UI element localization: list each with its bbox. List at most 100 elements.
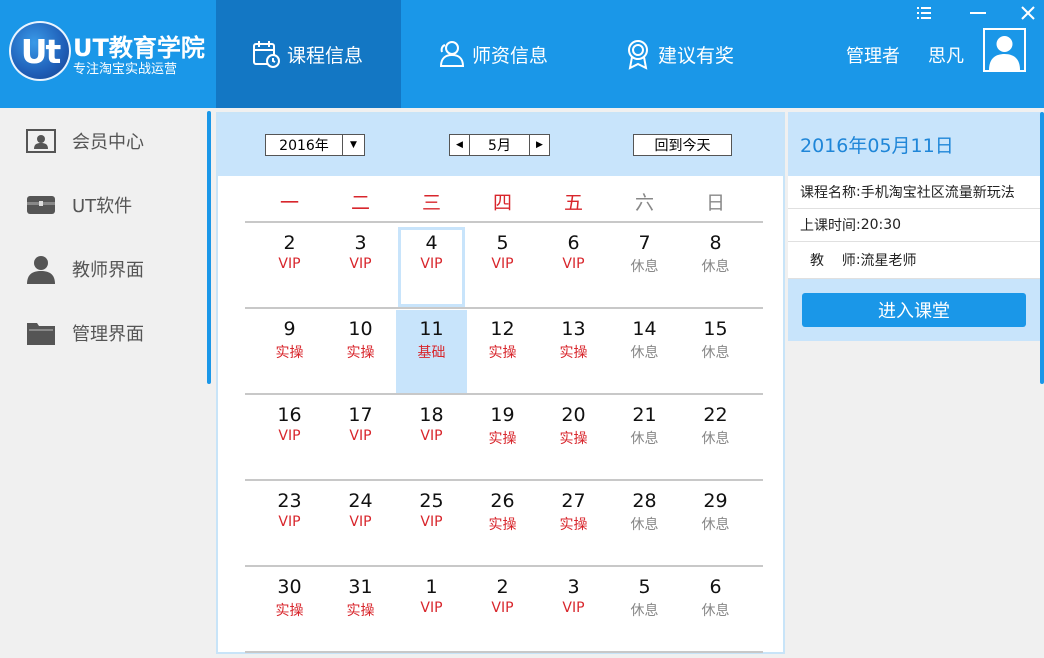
calendar-day-cell[interactable]: 30 实操 [254, 568, 325, 653]
calendar-day-cell[interactable]: 23 VIP [254, 482, 325, 567]
enter-area: 进入课堂 [788, 279, 1040, 341]
tab-suggestion-award[interactable]: 建议有奖 [620, 0, 760, 108]
close-icon[interactable] [1016, 3, 1040, 23]
chevron-down-icon[interactable]: ▼ [342, 135, 364, 155]
course-name-row: 课程名称: 手机淘宝社区流量新玩法 [788, 176, 1040, 209]
avatar-silhouette-icon [989, 36, 1020, 70]
calendar-day-cell[interactable]: 25 VIP [396, 482, 467, 567]
weekday-header: 二 [350, 192, 370, 214]
folder-icon [27, 323, 55, 345]
day-number: 24 [348, 490, 373, 512]
calendar-day-cell[interactable]: 19 实操 [467, 396, 538, 481]
day-number: 15 [703, 318, 728, 340]
week-divider [245, 479, 763, 481]
calendar-day-cell[interactable]: 4 VIP [396, 224, 467, 309]
calendar-day-cell[interactable]: 28 休息 [609, 482, 680, 567]
calendar-day-cell[interactable]: 12 实操 [467, 310, 538, 395]
sidebar-item-ut-software[interactable]: UT软件 [0, 180, 205, 230]
calendar-day-cell[interactable]: 6 休息 [680, 568, 751, 653]
sidebar-item-admin[interactable]: 管理界面 [0, 308, 205, 358]
sidebar-scrollbar[interactable] [207, 111, 211, 384]
day-number: 18 [419, 404, 444, 426]
calendar-day-cell[interactable]: 10 实操 [325, 310, 396, 395]
calendar-day-cell[interactable]: 6 VIP [538, 224, 609, 309]
day-number: 20 [561, 404, 586, 426]
course-tag: VIP [420, 600, 443, 616]
day-number: 14 [632, 318, 657, 340]
weekday-header: 四 [492, 192, 512, 214]
course-tag: 休息 [701, 517, 730, 533]
calendar-day-cell[interactable]: 21 休息 [609, 396, 680, 481]
day-number: 8 [709, 232, 722, 254]
calendar-day-cell[interactable]: 22 休息 [680, 396, 751, 481]
calendar-day-cell[interactable]: 5 VIP [467, 224, 538, 309]
menu-icon[interactable] [912, 3, 936, 23]
course-tag: 实操 [559, 345, 588, 361]
day-number: 26 [490, 490, 515, 512]
day-number: 28 [632, 490, 657, 512]
minimize-icon[interactable] [966, 3, 990, 23]
course-tag: VIP [349, 256, 372, 272]
calendar-day-cell[interactable]: 26 实操 [467, 482, 538, 567]
calendar-day-cell[interactable]: 3 VIP [325, 224, 396, 309]
calendar-day-cell[interactable]: 31 实操 [325, 568, 396, 653]
day-number: 11 [419, 318, 444, 340]
year-value: 2016年 [279, 138, 329, 154]
calendar-day-cell[interactable]: 11 基础 [396, 310, 467, 395]
tab-teacher-info[interactable]: 师资信息 [430, 0, 570, 108]
user-name[interactable]: 思凡 [928, 42, 964, 68]
day-number: 23 [277, 490, 302, 512]
course-tag: 休息 [701, 259, 730, 275]
calendar-day-cell[interactable]: 7 休息 [609, 224, 680, 309]
app-header: Ut UT教育学院 专注淘宝实战运营 课程信息 师资信息 建议有奖 管理者 思凡 [0, 0, 1044, 108]
calendar-day-cell[interactable]: 17 VIP [325, 396, 396, 481]
calendar-day-cell[interactable]: 2 VIP [467, 568, 538, 653]
calendar-day-cell[interactable]: 16 VIP [254, 396, 325, 481]
selected-date: 2016年05月11日 [788, 112, 1040, 176]
calendar-day-cell[interactable]: 13 实操 [538, 310, 609, 395]
calendar-day-cell[interactable]: 3 VIP [538, 568, 609, 653]
month-stepper[interactable]: ◀ 5月 ▶ [449, 134, 550, 156]
week-divider [245, 651, 763, 653]
enter-classroom-button[interactable]: 进入课堂 [802, 293, 1026, 327]
sidebar-item-member-center[interactable]: 会员中心 [0, 116, 205, 166]
day-number: 29 [703, 490, 728, 512]
calendar-day-cell[interactable]: 29 休息 [680, 482, 751, 567]
calendar-day-cell[interactable]: 24 VIP [325, 482, 396, 567]
calendar-day-cell[interactable]: 18 VIP [396, 396, 467, 481]
calendar-day-cell[interactable]: 27 实操 [538, 482, 609, 567]
calendar-day-cell[interactable]: 20 实操 [538, 396, 609, 481]
day-number: 21 [632, 404, 657, 426]
calendar-day-cell[interactable]: 2 VIP [254, 224, 325, 309]
calendar-day-cell[interactable]: 8 休息 [680, 224, 751, 309]
week-divider [245, 565, 763, 567]
day-number: 10 [348, 318, 373, 340]
calendar-day-cell[interactable]: 15 休息 [680, 310, 751, 395]
year-select[interactable]: 2016年 ▼ [265, 134, 365, 156]
next-month-icon[interactable]: ▶ [529, 135, 549, 155]
user-avatar-icon[interactable] [983, 28, 1026, 72]
prev-month-icon[interactable]: ◀ [450, 135, 470, 155]
course-tag: VIP [278, 514, 301, 530]
calendar-day-cell[interactable]: 5 休息 [609, 568, 680, 653]
tab-course-info[interactable]: 课程信息 [216, 0, 401, 108]
weekday-header: 日 [705, 192, 725, 214]
course-tag: 实操 [346, 603, 375, 619]
panel-scrollbar[interactable] [1040, 112, 1044, 384]
course-tag: VIP [349, 514, 372, 530]
course-tag: VIP [278, 428, 301, 444]
back-to-today-button[interactable]: 回到今天 [633, 134, 732, 156]
calendar-clock-icon [253, 41, 280, 68]
course-tag: 实操 [559, 517, 588, 533]
id-card-icon [26, 129, 56, 153]
course-tag: 休息 [630, 345, 659, 361]
calendar-day-cell[interactable]: 14 休息 [609, 310, 680, 395]
course-tag: 休息 [630, 431, 659, 447]
calendar-day-cell[interactable]: 9 实操 [254, 310, 325, 395]
course-tag: VIP [349, 428, 372, 444]
sidebar-item-teacher[interactable]: 教师界面 [0, 244, 205, 294]
sidebar: 会员中心 UT软件 教师界面 管理界面 [0, 108, 212, 658]
calendar-day-cell[interactable]: 1 VIP [396, 568, 467, 653]
tab-course-info-label: 课程信息 [287, 44, 364, 67]
course-tag: VIP [562, 600, 585, 616]
